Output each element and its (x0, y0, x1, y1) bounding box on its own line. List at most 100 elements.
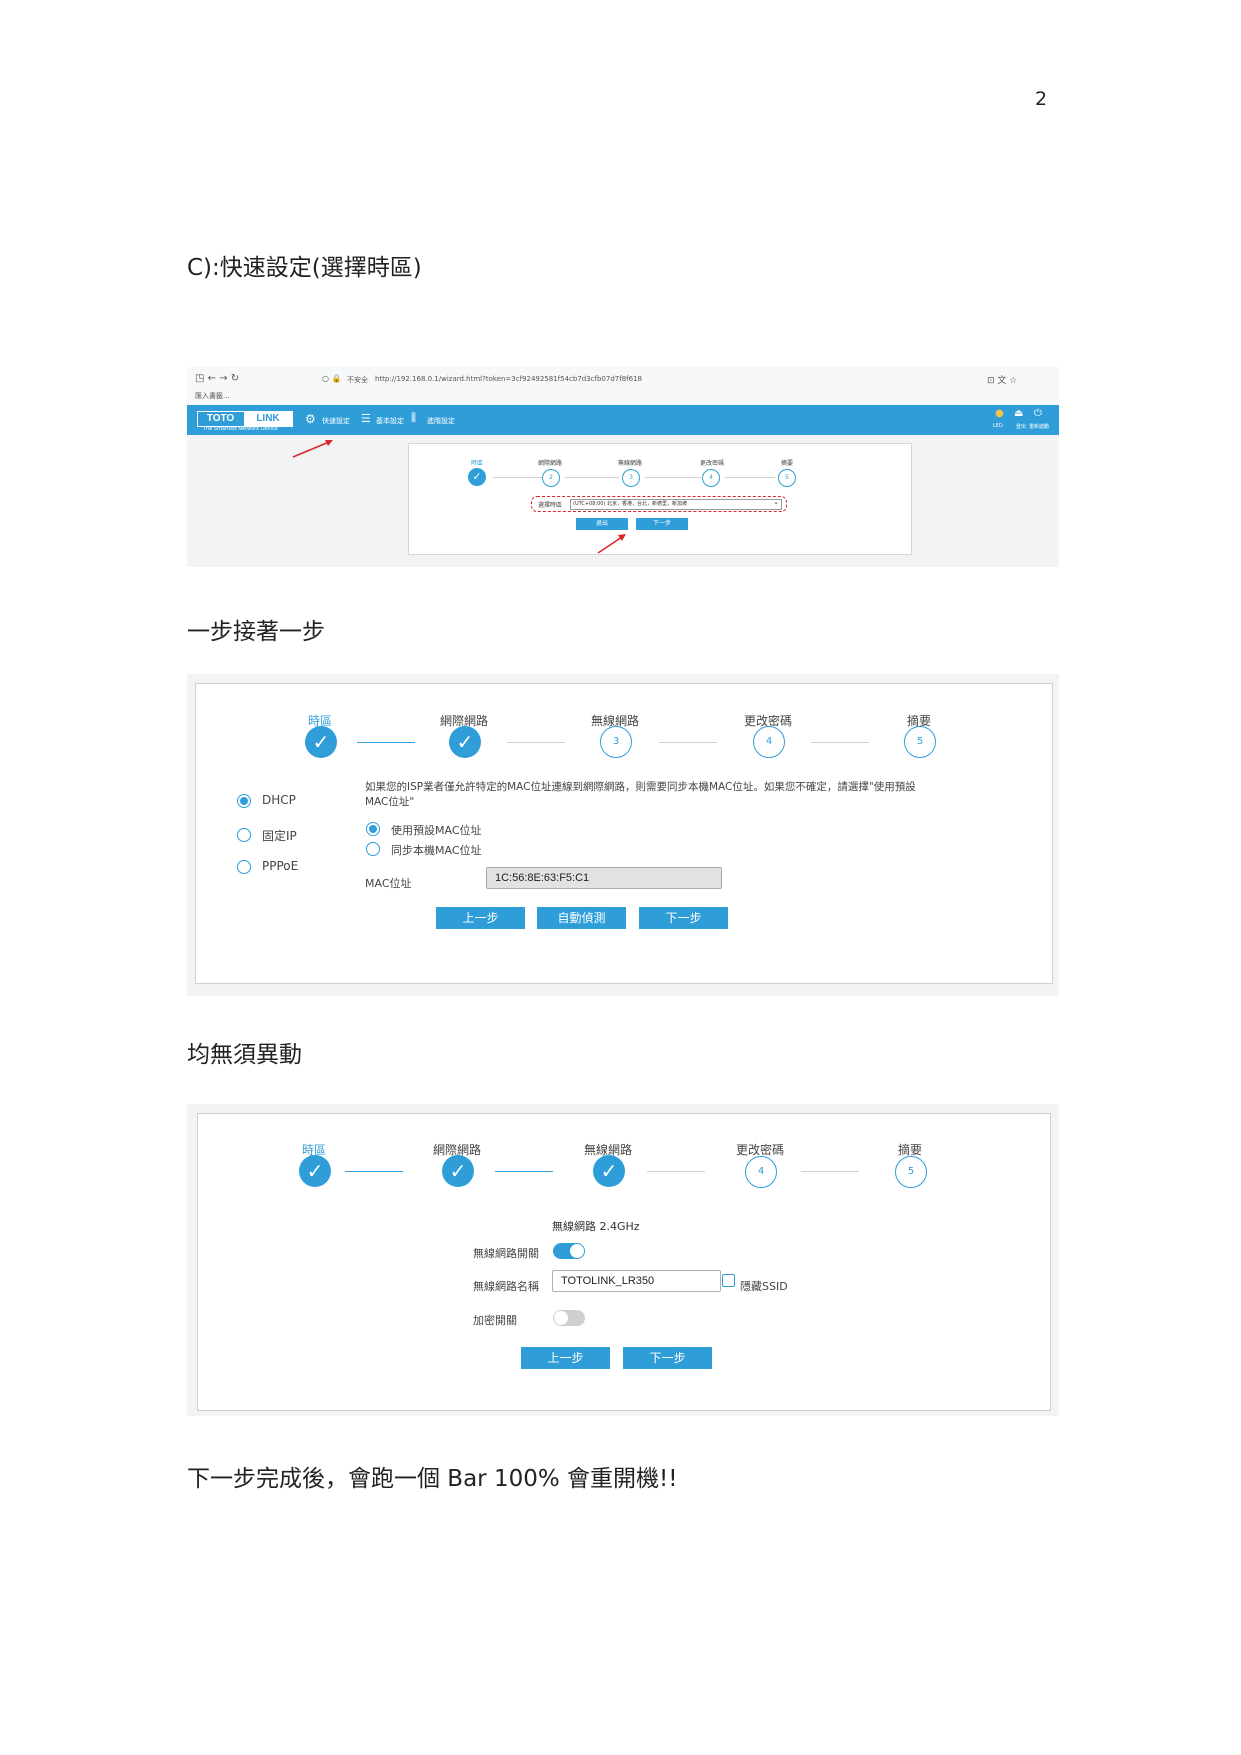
logout-label: 登出 (1016, 424, 1027, 430)
step-label-summary: 摘要 (780, 460, 793, 467)
step-circle-3: 3 (622, 469, 640, 487)
heading-no-change: 均無須異動 (187, 1042, 302, 1068)
toggle-knob (554, 1311, 568, 1325)
step-connector (801, 1171, 859, 1172)
step-connector (659, 742, 717, 743)
step-connector (811, 742, 869, 743)
power-icon[interactable]: ⏻ (1034, 408, 1042, 419)
step-connector (493, 477, 543, 478)
url-bar[interactable]: http://192.168.0.1/wizard.html?token=3cf… (375, 375, 642, 383)
back-forward-icons[interactable]: ◳ ← → ↻ (195, 373, 239, 384)
screenshot-internet: 時區 ✓ 網際網路 ✓ 無線網路 3 更改密碼 4 摘要 5 DHCP 固定IP… (187, 674, 1059, 996)
wizard-panel-timezone: 時區 ✓ 網際網路 2 無線網路 3 更改密碼 4 摘要 5 選擇時區 (UTC… (408, 443, 912, 555)
step-circle-4: 4 (753, 726, 785, 758)
totolink-logo: TOTO LINK (197, 411, 293, 427)
pppoe-radio[interactable] (237, 860, 251, 874)
wizard-panel-internet: 時區 ✓ 網際網路 ✓ 無線網路 3 更改密碼 4 摘要 5 DHCP 固定IP… (195, 683, 1053, 984)
prev-button[interactable]: 上一步 (521, 1347, 610, 1369)
next-button[interactable]: 下一步 (639, 907, 728, 929)
chevron-down-icon: ⌄ (773, 498, 779, 506)
heading-reboot-note: 下一步完成後，會跑一個 Bar 100% 會重開機!! (187, 1466, 678, 1492)
timezone-select-highlight: 選擇時區 (UTC+08:00) 北京，香港，台北，新德里，新加坡 ⌄ (531, 496, 787, 512)
ssid-input[interactable]: TOTOLINK_LR350 (552, 1270, 721, 1292)
step-connector (357, 742, 415, 743)
step-done-icon: ✓ (468, 468, 486, 486)
router-topbar: TOTO LINK The Smartest Network Device ⚙ … (187, 405, 1059, 435)
mac-address-label: MAC位址 (365, 877, 412, 890)
gear-icon: ⚙ (305, 412, 316, 426)
hide-ssid-checkbox[interactable] (722, 1274, 735, 1287)
step-done-icon: ✓ (449, 726, 481, 758)
default-mac-radio[interactable] (366, 822, 380, 836)
reboot-label: 重新啟動 (1029, 424, 1050, 430)
step-connector (725, 477, 775, 478)
static-ip-label: 固定IP (262, 829, 297, 843)
clone-mac-label: 同步本機MAC位址 (391, 844, 482, 857)
bookmark-import[interactable]: 匯入書籤... (195, 391, 230, 401)
default-mac-label: 使用預設MAC位址 (391, 824, 482, 837)
step-circle-3: 3 (600, 726, 632, 758)
led-icon[interactable]: ● (995, 408, 1004, 419)
step-circle-4: 4 (745, 1156, 777, 1188)
step-label-timezone: 時區 (470, 460, 483, 467)
step-label-password: 更改密碼 (699, 460, 724, 467)
logout-icon[interactable]: ⏏ (1014, 408, 1023, 419)
nav-quick-setup[interactable]: 快速設定 (322, 416, 350, 426)
dhcp-label: DHCP (262, 793, 296, 807)
translate-star-icons[interactable]: ⊡ 文 ☆ (987, 373, 1017, 386)
step-circle-5: 5 (778, 469, 796, 487)
step-circle-5: 5 (895, 1156, 927, 1188)
hide-ssid-label: 隱藏SSID (740, 1280, 788, 1293)
step-circle-5: 5 (904, 726, 936, 758)
screenshot-timezone: ◳ ← → ↻ ○ 🔒 不安全 http://192.168.0.1/wizar… (187, 367, 1059, 567)
nav-basic-setup[interactable]: 基本設定 (376, 416, 404, 426)
step-label-internet: 網際網路 (537, 460, 562, 467)
step-connector (645, 477, 701, 478)
step-connector (565, 477, 619, 478)
lock-icon: ○ 🔒 (322, 374, 342, 383)
static-ip-radio[interactable] (237, 828, 251, 842)
step-connector (345, 1171, 403, 1172)
screenshot-wireless: 時區 ✓ 網際網路 ✓ 無線網路 ✓ 更改密碼 4 摘要 5 無線網路 2.4G… (187, 1104, 1059, 1416)
red-arrow-icon (292, 440, 333, 458)
toggle-knob (570, 1244, 584, 1258)
clone-mac-radio[interactable] (366, 842, 380, 856)
nav-advanced-setup[interactable]: 進階設定 (427, 416, 455, 426)
step-circle-2: 2 (542, 469, 560, 487)
step-done-icon: ✓ (442, 1155, 474, 1187)
exit-button[interactable]: 退出 (576, 518, 628, 530)
next-button[interactable]: 下一步 (623, 1347, 712, 1369)
next-button[interactable]: 下一步 (636, 518, 688, 530)
timezone-label: 選擇時區 (538, 502, 563, 509)
step-label-wireless: 無線網路 (617, 460, 642, 467)
step-done-icon: ✓ (299, 1155, 331, 1187)
wizard-panel-wireless: 時區 ✓ 網際網路 ✓ 無線網路 ✓ 更改密碼 4 摘要 5 無線網路 2.4G… (197, 1113, 1051, 1411)
step-connector (507, 742, 565, 743)
page-number: 2 (1035, 88, 1048, 110)
wireless-section-title: 無線網路 2.4GHz (552, 1220, 640, 1233)
logo-toto: TOTO (198, 412, 243, 426)
step-done-icon: ✓ (593, 1155, 625, 1187)
mac-info-line1: 如果您的ISP業者僅允許特定的MAC位址連線到網際網路，則需要同步本機MAC位址… (365, 781, 916, 793)
wifi-toggle[interactable] (553, 1243, 585, 1259)
encrypt-toggle[interactable] (553, 1310, 585, 1326)
heading-step-by-step: 一步接著一步 (187, 619, 325, 645)
step-done-icon: ✓ (305, 726, 337, 758)
mac-info-line2: MAC位址" (365, 796, 415, 808)
step-connector (647, 1171, 705, 1172)
mac-address-field[interactable]: 1C:56:8E:63:F5:C1 (486, 867, 722, 889)
browser-bar: ◳ ← → ↻ ○ 🔒 不安全 http://192.168.0.1/wizar… (187, 367, 1059, 406)
security-label: 不安全 (347, 376, 368, 384)
auto-detect-button[interactable]: 自動偵測 (537, 907, 626, 929)
list-icon: ☰ (361, 412, 371, 425)
logo-tagline: The Smartest Network Device (203, 426, 278, 432)
encrypt-label: 加密開關 (473, 1314, 517, 1327)
step-circle-4: 4 (702, 469, 720, 487)
prev-button[interactable]: 上一步 (436, 907, 525, 929)
heading-quick-setup: C):快速設定(選擇時區) (187, 255, 422, 281)
dhcp-radio[interactable] (237, 794, 251, 808)
led-label: LED (993, 423, 1003, 429)
logo-link: LINK (244, 412, 292, 426)
sliders-icon: ⫼ (411, 411, 417, 424)
timezone-select[interactable]: (UTC+08:00) 北京，香港，台北，新德里，新加坡 ⌄ (570, 498, 782, 510)
